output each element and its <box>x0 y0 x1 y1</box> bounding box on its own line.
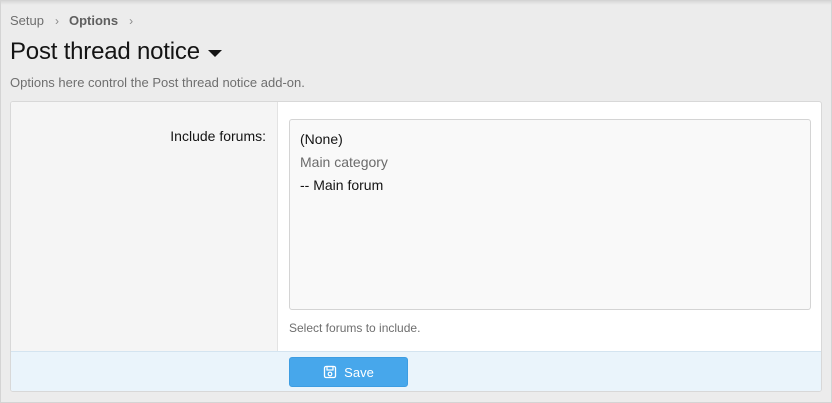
include-forums-label: Include forums: <box>170 128 266 144</box>
breadcrumb-setup[interactable]: Setup <box>10 13 44 28</box>
label-column: Include forums: <box>11 102 278 351</box>
field-hint: Select forums to include. <box>289 321 421 335</box>
caret-down-icon[interactable] <box>207 49 222 57</box>
option-none[interactable]: (None) <box>300 128 800 151</box>
optgroup-main-category: Main category <box>300 154 388 170</box>
include-forums-select[interactable]: (None) Main category -- Main forum <box>289 119 811 310</box>
floppy-disk-icon <box>323 365 337 379</box>
breadcrumb-separator: › <box>129 13 134 28</box>
save-button[interactable]: Save <box>289 357 408 387</box>
breadcrumb-options[interactable]: Options <box>69 13 118 28</box>
options-form: Include forums: (None) Main category -- … <box>10 101 822 392</box>
save-button-label: Save <box>344 364 374 380</box>
breadcrumb: Setup › Options › <box>10 13 143 28</box>
page-description: Options here control the Post thread not… <box>10 75 305 90</box>
page-title: Post thread notice <box>10 38 200 65</box>
title-row: Post thread notice <box>10 38 222 66</box>
top-shadow <box>1 1 831 5</box>
form-footer: Save <box>11 351 821 391</box>
option-main-forum[interactable]: -- Main forum <box>300 174 800 197</box>
breadcrumb-separator: › <box>54 13 59 28</box>
